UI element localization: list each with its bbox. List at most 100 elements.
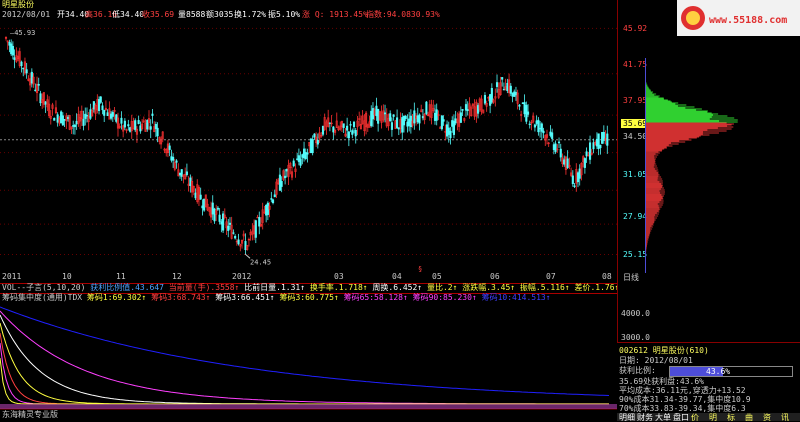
indicator-value: 获利比例值.43.647 <box>90 283 164 292</box>
tab-8[interactable]: 资 <box>763 413 771 422</box>
indicator-title[interactable]: VOL--子言(5,10,20) <box>2 283 85 292</box>
candlestick-chart[interactable]: —45.9324.45§ <box>0 18 617 273</box>
candle-body <box>72 125 75 127</box>
candle-body <box>552 144 555 150</box>
tab-3[interactable]: 盘口 <box>673 413 689 422</box>
candle-body <box>203 198 206 211</box>
indicator-value: 振幅.5.116↑ <box>515 283 570 292</box>
tab-0[interactable]: 明细 <box>619 413 635 422</box>
indicator-value: 筹码10:414.513↑ <box>476 293 551 302</box>
candle-body <box>89 109 92 119</box>
candle-body <box>551 132 554 139</box>
candle-body <box>461 109 464 111</box>
info-line: 90%成本31.34-39.77,集中度10.9 <box>619 395 751 404</box>
tab-5[interactable]: 明 <box>709 413 717 422</box>
candle-body <box>588 142 592 160</box>
candle-body <box>297 155 300 162</box>
time-label: 11 <box>116 272 126 281</box>
candle-body <box>446 124 449 137</box>
indicator-value: 比前日量.1.31↑ <box>239 283 306 292</box>
price-label-3: 37.95 <box>623 96 648 105</box>
candle-body <box>266 202 269 215</box>
candle-body <box>101 105 104 111</box>
chip-curve <box>0 314 609 405</box>
candle-body <box>506 82 509 91</box>
tab-6[interactable]: 标 <box>727 413 735 422</box>
candle-body <box>172 156 175 161</box>
candle-body <box>222 213 225 231</box>
candle-body <box>440 115 443 130</box>
candle-body <box>25 69 28 74</box>
candle-body <box>511 92 514 97</box>
candle-body <box>349 124 352 126</box>
tab-1[interactable]: 财务 <box>637 413 653 422</box>
tab-2[interactable]: 大单 <box>655 413 671 422</box>
indicator-value: 周换.6.452↑ <box>367 283 423 292</box>
candle-body <box>85 114 89 117</box>
indicator-title[interactable]: 筹码集中度(通用)TDX <box>2 293 82 302</box>
candle-body <box>347 131 350 139</box>
candle-body <box>137 120 140 125</box>
candle-body <box>178 172 182 176</box>
time-label: 10 <box>62 272 72 281</box>
price-label-5: 34.50 <box>623 132 648 141</box>
candle-body <box>464 104 468 111</box>
candle-body <box>573 185 576 187</box>
candle-body <box>60 111 63 124</box>
candle-body <box>401 117 404 133</box>
price-label-1: 45.92 <box>623 24 648 33</box>
candle-body <box>526 111 530 115</box>
tab-4[interactable]: 价 <box>691 413 699 422</box>
candle-body <box>351 130 354 135</box>
candle-body <box>442 119 445 122</box>
candle-body <box>583 158 586 168</box>
indicator-value: 差价.1.76↑ <box>569 283 617 292</box>
candle-body <box>154 124 157 130</box>
candle-body <box>406 121 409 127</box>
candle-body <box>599 144 602 149</box>
candle-body <box>397 127 400 130</box>
site-logo[interactable]: www.55188.com <box>677 0 800 36</box>
candle-body <box>451 120 454 127</box>
candle-body <box>30 71 33 84</box>
candle-body <box>537 119 540 133</box>
candle-body <box>13 57 16 61</box>
candle-body <box>180 169 183 177</box>
tab-9[interactable]: 讯 <box>781 413 789 422</box>
info-line: 平均成本:36.11元,穿透力+13.52 <box>619 386 746 395</box>
info-date: 日期: 2012/08/01 <box>619 356 693 365</box>
time-label: 05 <box>432 272 442 281</box>
candle-body <box>521 102 524 105</box>
candle-body <box>418 114 421 124</box>
status-bar-text: 东海精灵专业版 <box>2 410 58 419</box>
candle-body <box>576 172 580 183</box>
candle-body <box>309 138 312 154</box>
indicator-value: 筹码3:60.775↑ <box>274 293 339 302</box>
indicator-value: 筹码3:68.743↑ <box>146 293 211 302</box>
candle-body <box>34 89 37 92</box>
candle-body <box>559 148 562 158</box>
tab-7[interactable]: 曲 <box>745 413 753 422</box>
candle-body <box>371 108 375 120</box>
price-label-8: 25.15 <box>623 250 648 259</box>
candle-body <box>501 77 504 80</box>
candle-body <box>220 221 223 225</box>
low-marker: 24.45 <box>250 259 271 267</box>
candle-body <box>466 109 469 112</box>
candle-body <box>396 117 399 128</box>
candle-body <box>392 114 395 117</box>
candle-body <box>75 120 78 125</box>
candle-body <box>539 127 542 130</box>
candle-body <box>61 115 64 126</box>
time-axis: 2011 10 11 12 2012 03 04 05 06 07 08 <box>0 271 617 283</box>
indicator-value: 筹码90:85.230↑ <box>407 293 477 302</box>
lower-axis-label: 4000.0 <box>621 309 650 318</box>
indicator-value: 涨跌幅.3.45↑ <box>457 283 516 292</box>
logo-url: www.55188.com <box>709 15 787 26</box>
period-label[interactable]: 日线 <box>623 273 639 282</box>
candle-body <box>421 116 424 119</box>
profit-value: 43.6% <box>706 367 731 376</box>
candle-body <box>228 222 232 225</box>
candle-body <box>404 115 407 120</box>
info-profit-label: 获利比例: <box>619 366 656 375</box>
